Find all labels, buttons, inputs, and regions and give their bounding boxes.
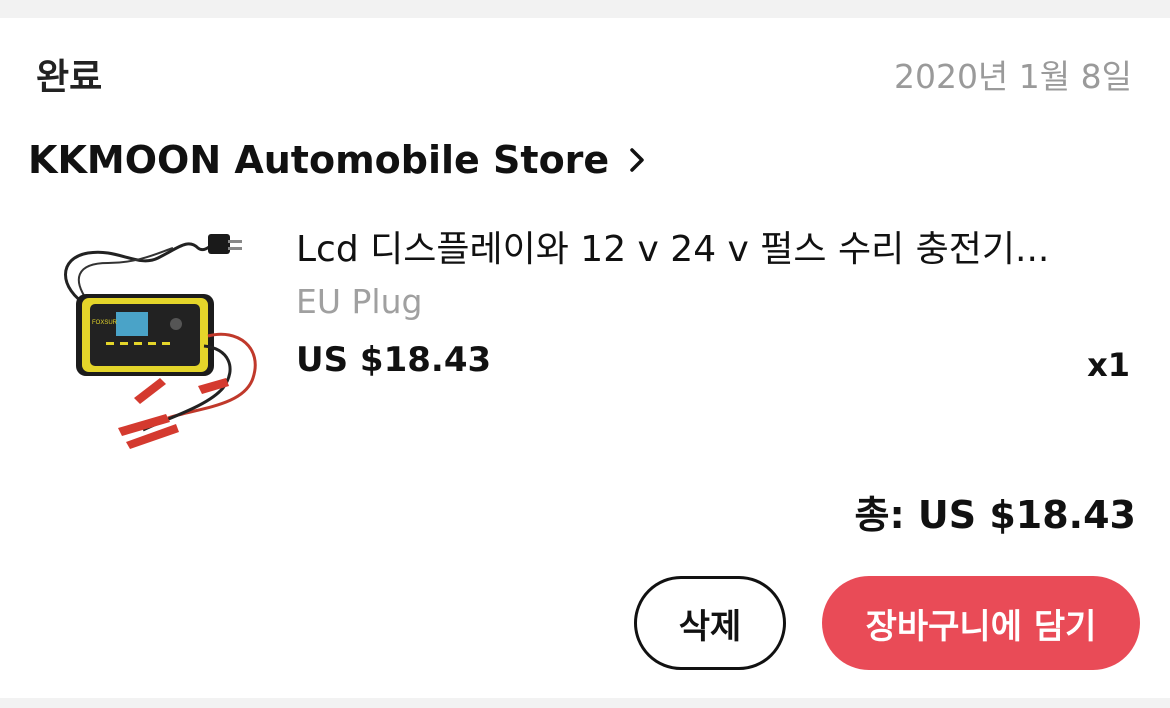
chevron-right-icon [630, 148, 644, 172]
product-brand-text: FOXSUR [92, 320, 118, 326]
product-price: US $18.43 [296, 340, 492, 380]
add-to-cart-button[interactable]: 장바구니에 담기 [822, 576, 1140, 670]
product-image[interactable]: FOXSUR [48, 218, 270, 454]
product-title[interactable]: Lcd 디스플레이와 12 v 24 v 펄스 수리 충전기... [296, 220, 1096, 272]
store-name: KKMOON Automobile Store [28, 138, 610, 182]
order-total: 총: US $18.43 [854, 493, 1136, 537]
product-variant: EU Plug [296, 282, 423, 321]
store-link[interactable]: KKMOON Automobile Store [28, 138, 651, 182]
delete-button[interactable]: 삭제 [634, 576, 786, 670]
order-card: 완료 2020년 1월 8일 KKMOON Automobile Store F… [0, 18, 1170, 698]
order-status: 완료 [36, 57, 103, 98]
product-quantity: x1 [1087, 346, 1130, 384]
order-date: 2020년 1월 8일 [893, 57, 1132, 96]
